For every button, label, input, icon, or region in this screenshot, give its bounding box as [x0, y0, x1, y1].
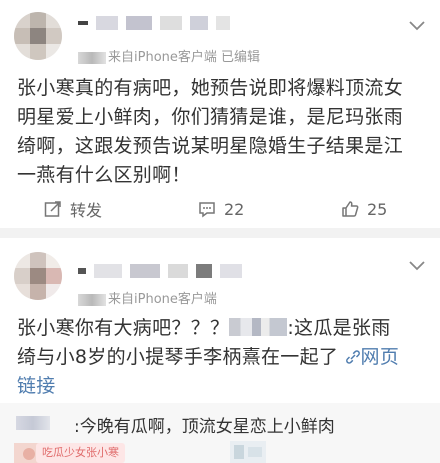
- post-meta: 来自iPhone客户端: [78, 288, 217, 307]
- post-text-line: 一燕有什么区别啊！: [17, 164, 191, 186]
- quoted-text: :今晚有瓜啊，顶流女星恋上小鲜肉: [74, 417, 335, 437]
- web-link[interactable]: 网页: [345, 346, 400, 368]
- comment-count: 22: [224, 199, 245, 219]
- chevron-down-icon[interactable]: [408, 20, 426, 32]
- meta-source: 来自iPhone客户端: [108, 292, 217, 307]
- link-icon: [345, 350, 360, 364]
- post-text-line: 张小寒真的有病吧，她预告说即将爆料顶流女: [17, 77, 404, 99]
- post-card-1: 来自iPhone客户端 已编辑 张小寒真的有病吧，她预告说即将爆料顶流女 明星爱…: [0, 0, 440, 228]
- repost-label: 转发: [70, 201, 103, 220]
- post-text: 张小寒真的有病吧，她预告说即将爆料顶流女 明星爱上小鲜肉，你们猜猜是谁，是尼玛张…: [17, 74, 427, 190]
- meta-source: 来自iPhone客户端 已编辑: [108, 50, 261, 65]
- like-count: 25: [367, 199, 388, 219]
- chevron-down-icon[interactable]: [408, 260, 426, 272]
- card-separator: [0, 228, 440, 238]
- comment-icon: [199, 202, 215, 218]
- quoted-tag: 吃瓜少女张小寒: [36, 443, 125, 463]
- avatar[interactable]: [14, 12, 62, 60]
- repost-button[interactable]: 转发: [44, 193, 102, 225]
- time-mosaic: [78, 293, 106, 306]
- post-text-line: 明星爱上小鲜肉，你们猜猜是谁，是尼玛张雨: [17, 106, 404, 128]
- time-mosaic: [78, 51, 106, 64]
- post-text-line: 绮啊，这跟发预告说某明星隐婚生子结果是江: [17, 135, 404, 157]
- comment-button[interactable]: 22: [198, 193, 244, 225]
- thumbnail-image[interactable]: [230, 441, 266, 463]
- post-text-line: 绮与小8岁的小提琴手李柄熹在一起了 网页: [17, 343, 427, 372]
- mention-mosaic[interactable]: [229, 318, 288, 336]
- post-text: 张小寒你有大病吧？？？ :这瓜是张雨 绮与小8岁的小提琴手李柄熹在一起了 网页 链…: [17, 314, 427, 401]
- username-mosaic[interactable]: [78, 12, 233, 30]
- post-text-segment: 绮与小8岁的小提琴手李柄熹在一起了: [17, 346, 339, 368]
- post-text-segment: 张小寒你有大病吧？？？: [17, 317, 230, 339]
- post-meta: 来自iPhone客户端 已编辑: [78, 46, 260, 65]
- link-label: 网页: [360, 346, 400, 368]
- quoted-username-mosaic[interactable]: [16, 416, 50, 430]
- link-continuation[interactable]: 链接: [17, 375, 56, 397]
- like-button[interactable]: 25: [341, 193, 387, 225]
- username-mosaic[interactable]: [78, 260, 245, 278]
- post-text-line: 链接: [17, 372, 427, 401]
- like-icon: [342, 201, 359, 217]
- repost-icon: [44, 201, 61, 217]
- post-text-segment: :这瓜是张雨: [287, 317, 391, 339]
- action-bar: 转发 22 25: [0, 193, 440, 225]
- avatar[interactable]: [14, 252, 62, 300]
- post-text-line: 张小寒你有大病吧？？？ :这瓜是张雨: [17, 314, 427, 343]
